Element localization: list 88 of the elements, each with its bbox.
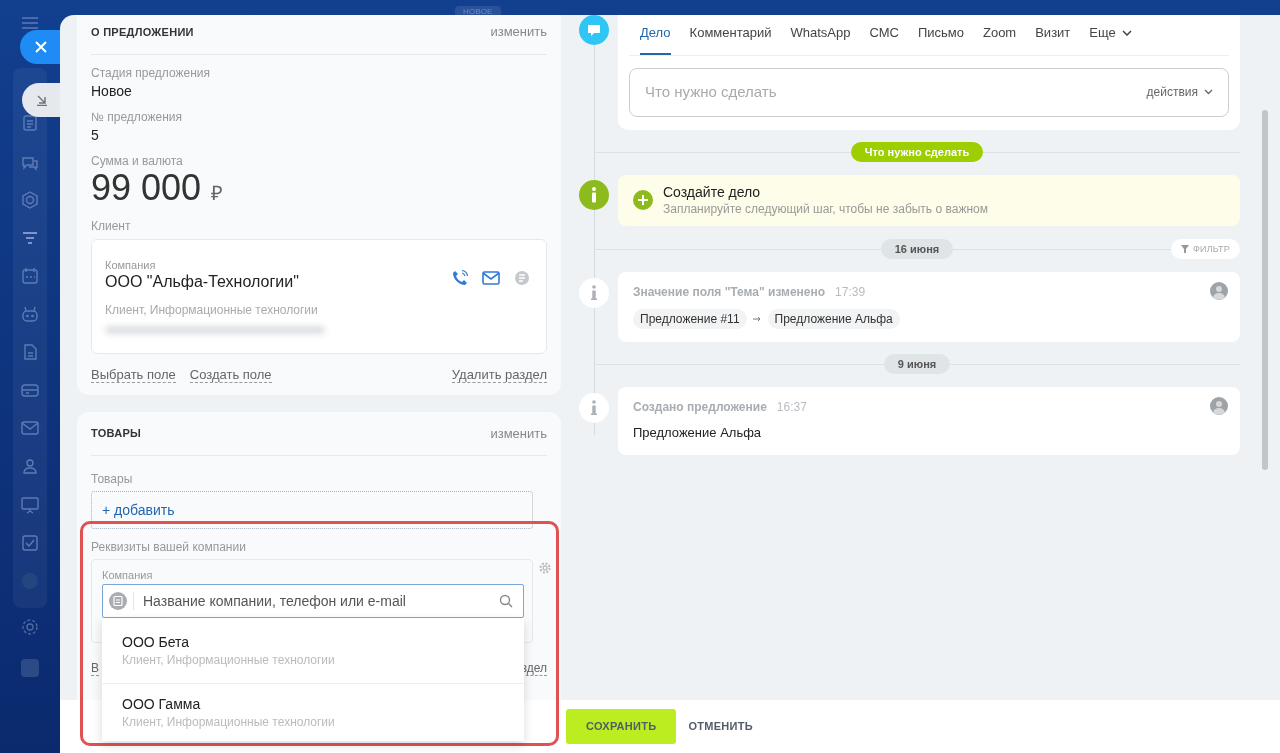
tab[interactable]: Еще xyxy=(1089,15,1132,55)
gear-icon[interactable] xyxy=(539,562,551,574)
field-label: Реквизиты вашей компании xyxy=(91,539,247,555)
suggestion-item[interactable]: ООО Бета Клиент, Информационные технологии xyxy=(102,618,524,683)
value-tag: Предложение Альфа xyxy=(767,308,900,329)
hexagon-icon[interactable] xyxy=(21,191,39,209)
field-label: Товары xyxy=(91,471,134,487)
robot-icon[interactable] xyxy=(21,305,39,323)
company-details: Клиент, Информационные технологии xyxy=(122,714,336,730)
plus-icon[interactable] xyxy=(633,190,653,210)
save-button[interactable]: СОХРАНИТЬ xyxy=(566,709,677,744)
field-label: Клиент xyxy=(91,217,132,234)
gear-icon[interactable] xyxy=(21,618,39,636)
avatar xyxy=(1210,396,1228,415)
actions-dropdown[interactable]: действия xyxy=(1146,83,1213,101)
currency-sign: ₽ xyxy=(211,180,224,206)
field-value: Новое xyxy=(91,81,133,101)
field-link[interactable]: Выбрать поле xyxy=(91,367,176,383)
info-icon xyxy=(579,277,609,308)
document-icon[interactable] xyxy=(21,114,39,132)
delete-section-link[interactable]: Удалить раздел xyxy=(451,367,547,383)
field-link[interactable]: Создать поле xyxy=(189,367,272,383)
scrollbar[interactable] xyxy=(1262,110,1268,470)
chat-icon[interactable] xyxy=(514,269,530,286)
field-label: № предложения xyxy=(91,108,183,125)
field-value: 5 xyxy=(91,125,100,145)
mail-icon[interactable] xyxy=(21,419,39,437)
section-title: О ПРЕДЛОЖЕНИИ xyxy=(91,24,194,40)
info-icon xyxy=(579,179,609,210)
todo-badge: Что нужно сделать xyxy=(850,141,984,162)
date-badge: 16 июня xyxy=(880,238,954,259)
card-hint: Запланируйте следующий шаг, чтобы не забыть о важном xyxy=(663,201,988,217)
collapse-button[interactable] xyxy=(22,83,62,117)
event-text: Предложение Альфа xyxy=(633,423,763,442)
chat-icon xyxy=(579,15,609,45)
value-tag: Предложение #11 xyxy=(633,308,747,329)
search-icon[interactable] xyxy=(499,594,513,608)
document-icon xyxy=(109,592,127,610)
amount-value: 99 000 xyxy=(91,168,202,207)
edit-link[interactable]: изменить xyxy=(490,22,547,42)
field-label: Компания xyxy=(105,257,157,272)
funnel-icon[interactable] xyxy=(21,229,39,247)
edit-link[interactable]: изменить xyxy=(490,423,547,443)
tab[interactable]: Визит xyxy=(1035,15,1071,55)
chat-icon[interactable] xyxy=(21,154,39,172)
arrow-icon xyxy=(752,315,762,322)
filter-icon xyxy=(1180,244,1189,253)
client-details: Клиент, Информационные технологии xyxy=(105,301,319,318)
collapse-icon xyxy=(36,94,48,106)
field-label: Стадия предложения xyxy=(91,64,212,81)
tab[interactable]: СМС xyxy=(869,15,899,55)
event-title: Создано предложение xyxy=(633,398,767,416)
task-input[interactable]: Что нужно сделать действия xyxy=(629,67,1229,117)
chevron-icon xyxy=(1121,29,1132,36)
tab[interactable]: Комментарий xyxy=(689,15,772,55)
event-title: Значение поля "Тема" изменено xyxy=(633,283,826,301)
square-icon[interactable] xyxy=(21,659,39,677)
avatar xyxy=(1210,281,1228,300)
tab[interactable]: WhatsApp xyxy=(790,15,851,55)
company-name: ООО Бета xyxy=(122,633,191,652)
field-label: Компания xyxy=(102,568,154,582)
event-time: 17:39 xyxy=(835,283,866,301)
cancel-button[interactable]: ОТМЕНИТЬ xyxy=(688,709,753,744)
calendar-icon[interactable] xyxy=(21,267,39,285)
tab[interactable]: Zoom xyxy=(982,15,1017,55)
company-name[interactable]: ООО "Альфа-Технологии" xyxy=(105,271,533,292)
mail-icon[interactable] xyxy=(482,270,500,285)
menu-icon[interactable] xyxy=(22,17,38,29)
card-title: Создайте дело xyxy=(663,183,762,201)
phone-icon[interactable] xyxy=(452,269,468,286)
event-time: 16:37 xyxy=(776,398,807,416)
chevron-icon xyxy=(1204,89,1213,95)
company-details: Клиент, Информационные технологии xyxy=(122,652,336,668)
tab[interactable]: Письмо xyxy=(917,15,964,55)
field-link[interactable]: В xyxy=(91,661,99,676)
checkbox-icon[interactable] xyxy=(21,534,39,552)
search-field[interactable]: Название компании, телефон или e-mail xyxy=(102,584,524,618)
close-icon xyxy=(35,41,47,53)
tab[interactable]: Дело xyxy=(640,15,671,55)
presentation-icon[interactable] xyxy=(21,496,39,514)
field-label: Сумма и валюта xyxy=(91,152,184,169)
date-badge: 9 июня xyxy=(883,353,951,374)
info-icon xyxy=(579,392,609,423)
section-title: ТОВАРЫ xyxy=(91,426,142,441)
card-icon[interactable] xyxy=(21,381,39,399)
company-name: ООО Гамма xyxy=(122,695,202,714)
close-button[interactable] xyxy=(20,30,62,64)
people-icon[interactable] xyxy=(21,457,39,475)
